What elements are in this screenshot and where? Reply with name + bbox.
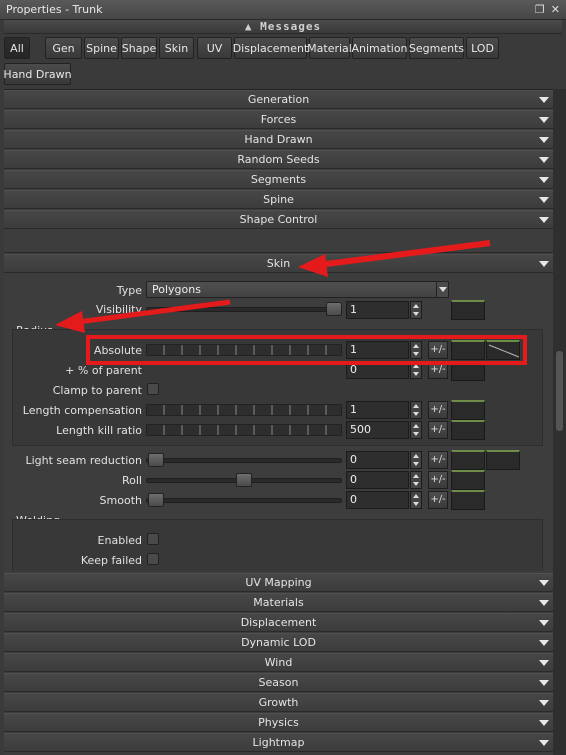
annotation-arrows (55, 240, 491, 333)
